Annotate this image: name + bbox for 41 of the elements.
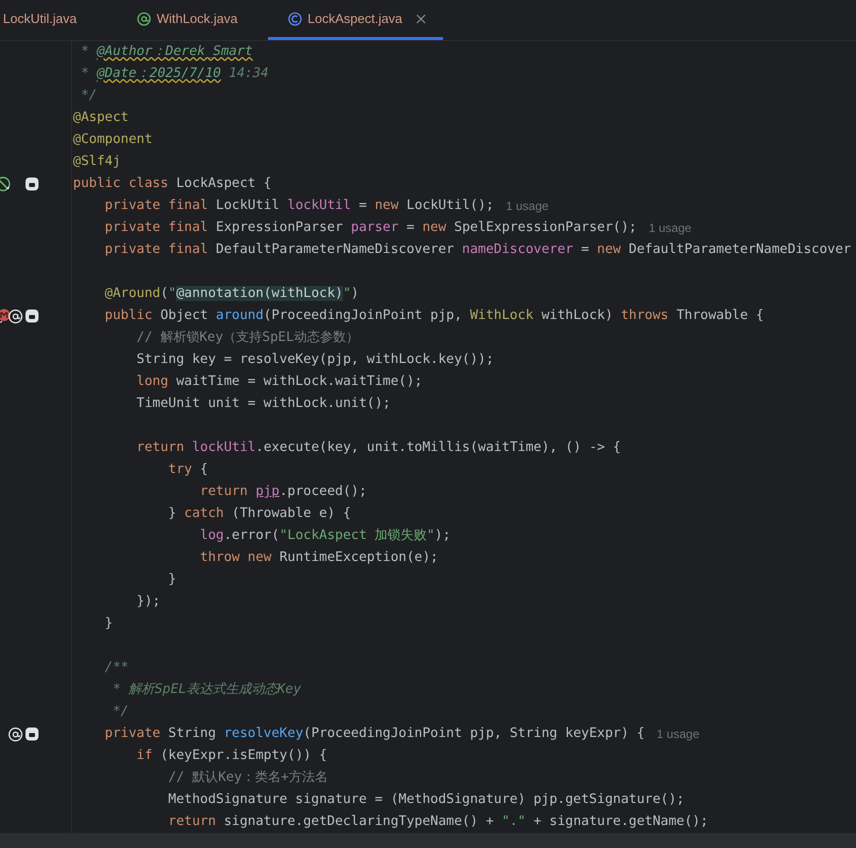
code-line: public class LockAspect { xyxy=(73,175,272,193)
code-line: */ xyxy=(112,703,129,721)
code-line: return lockUtil.execute(key, unit.toMillis(waitTime), () -> { xyxy=(136,439,621,457)
code-line: /** xyxy=(104,659,129,677)
code-line: if (keyExpr.isEmpty()) { xyxy=(136,747,328,765)
file-tab[interactable]: LockUtil.java xyxy=(0,0,117,40)
code-line: String key = resolveKey(pjp, withLock.key()); xyxy=(136,351,494,369)
code-line: private final LockUtil lockUtil = new LockUtil(); xyxy=(104,197,494,215)
code-line: @Component xyxy=(73,131,152,149)
file-tab[interactable]: WithLock.java xyxy=(116,0,268,40)
code-line: */ xyxy=(80,87,97,105)
code-line: } catch (Throwable e) { xyxy=(168,505,351,523)
code-line: }); xyxy=(136,593,160,611)
file-tab[interactable]: LockAspect.java xyxy=(268,0,444,40)
class-icon xyxy=(288,12,302,26)
close-icon[interactable] xyxy=(416,14,426,24)
code-line: long waitTime = withLock.waitTime(); xyxy=(136,373,422,391)
code-line: private final ExpressionParser parser = new SpelExpressionParser(); xyxy=(104,219,637,237)
code-line: // 默认Key：类名+方法名 xyxy=(168,769,328,787)
code-line: throw new RuntimeException(e); xyxy=(200,549,438,567)
code-line: } xyxy=(104,615,113,633)
code-line: } xyxy=(168,571,176,589)
code-line: @Slf4j xyxy=(73,153,121,171)
code-line: public Object around(ProceedingJoinPoint pjp, WithLock withLock) throws Throwable { xyxy=(104,307,764,325)
at-sign-icon xyxy=(136,12,151,26)
code-line: return pjp.proceed(); xyxy=(200,483,367,501)
code-line: log.error("LockAspect 加锁失败"); xyxy=(200,527,451,545)
code-line: TimeUnit unit = withLock.unit(); xyxy=(136,395,391,413)
code-line: private String resolveKey(ProceedingJoinPoint pjp, String keyExpr) { xyxy=(104,725,645,743)
code-line: return signature.getDeclaringTypeName() + "." + signature.getName(); xyxy=(168,813,708,831)
code-line: private final DefaultParameterNameDiscoverer nameDiscoverer = new DefaultParameterNameDiscover xyxy=(104,241,852,259)
code-line: @Aspect xyxy=(73,109,129,127)
code-line: try { xyxy=(168,461,208,479)
code-line: @Around("@annotation(withLock)") xyxy=(104,285,359,303)
code-line: MethodSignature signature = (MethodSignature) pjp.getSignature(); xyxy=(168,791,684,809)
code-line: // 解析锁Key（支持SpEL动态参数） xyxy=(136,329,359,347)
at-sign-icon[interactable] xyxy=(8,726,22,742)
code-line: * @Author：Derek_Smart xyxy=(80,43,253,61)
code-line: * 解析SpEL表达式生成动态Key xyxy=(112,681,302,699)
code-line: * @Date：2025/7/10 14:34 xyxy=(80,65,269,83)
at-sign-icon[interactable] xyxy=(8,308,22,324)
